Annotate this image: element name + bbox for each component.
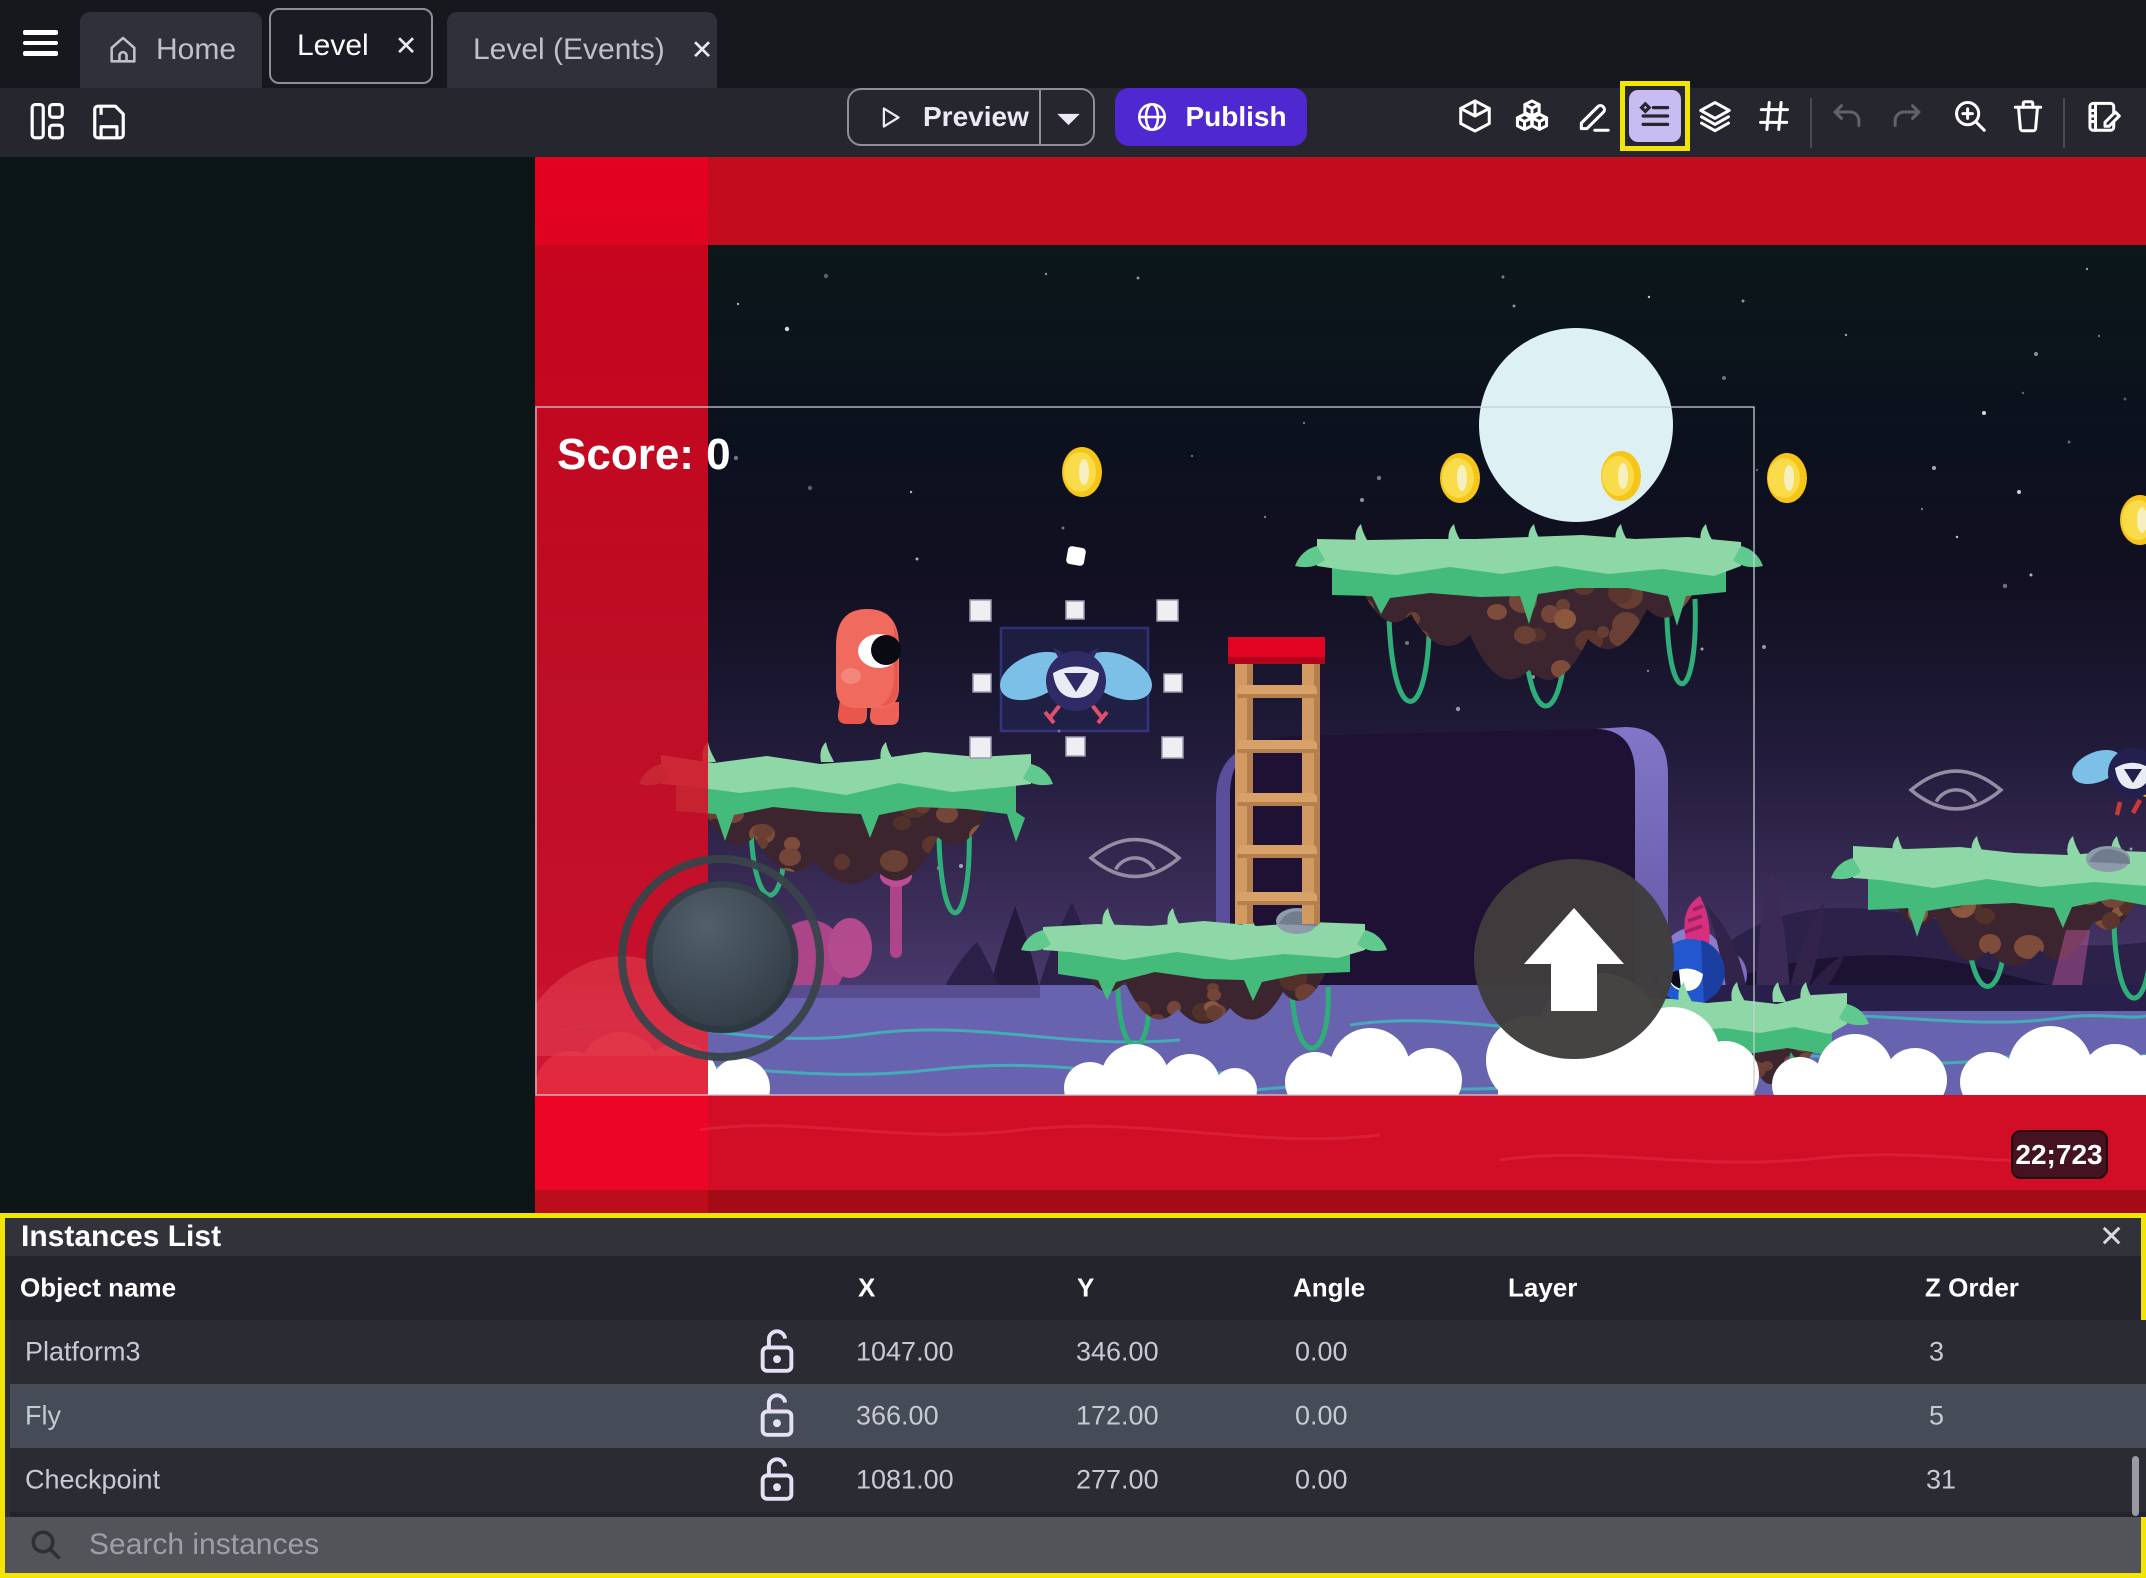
svg-text:Score: 0: Score: 0: [557, 430, 731, 479]
svg-text:22;723: 22;723: [2015, 1139, 2102, 1170]
